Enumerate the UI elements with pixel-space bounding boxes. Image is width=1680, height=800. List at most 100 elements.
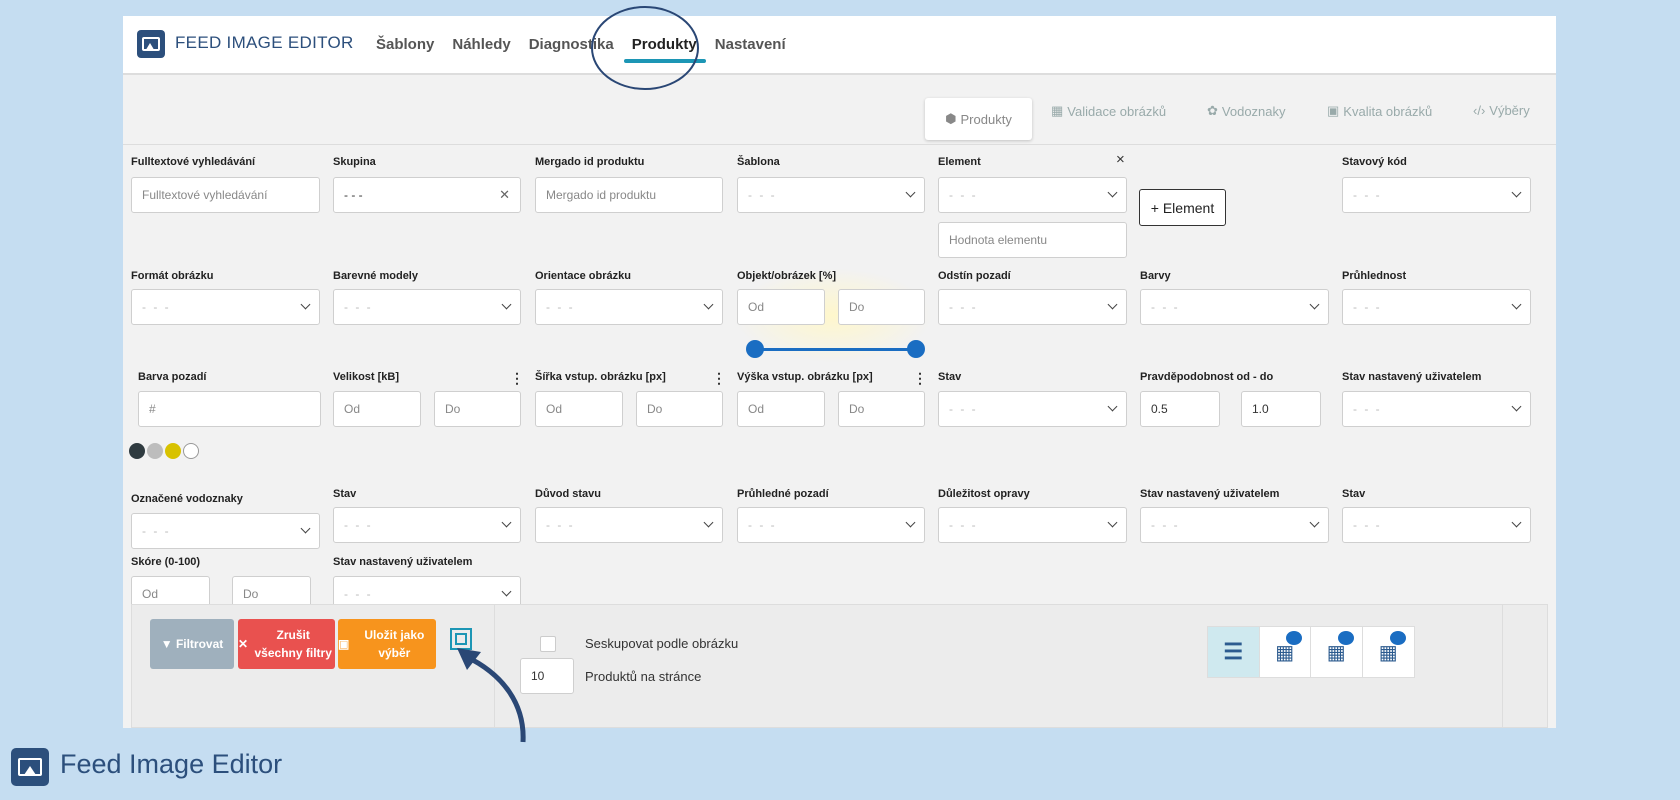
add-element-button[interactable]: + Element [1139, 189, 1226, 226]
format-select[interactable]: - - - [131, 289, 320, 325]
group-checkbox[interactable] [540, 636, 556, 652]
select-placeholder: - - - [142, 300, 171, 314]
skupina-label: Skupina [333, 156, 376, 168]
grid-preview-view-button[interactable]: ▦ [1311, 627, 1363, 677]
element-select[interactable]: - - - [938, 177, 1127, 213]
velikost-to-input[interactable]: Do [434, 391, 521, 427]
chevron-down-icon [1107, 299, 1118, 310]
tab-kvalita[interactable]: ▣ Kvalita obrázků [1327, 103, 1432, 119]
swatch-yellow[interactable] [165, 443, 181, 459]
barva-pozadi-input[interactable]: # [138, 391, 321, 427]
save-label: Uložit jako výběr [364, 628, 425, 660]
objekt-to-input[interactable]: Do [838, 289, 925, 325]
tab-validace[interactable]: ▦ Validace obrázků [1051, 103, 1166, 119]
tab-produkty[interactable]: ⬢ Produkty [925, 98, 1032, 140]
pruhledne-select[interactable]: - - - [737, 507, 925, 543]
close-icon[interactable]: × [1116, 151, 1125, 168]
mergado-input[interactable]: Mergado id produktu [535, 177, 723, 213]
barvy-label: Barvy [1140, 270, 1171, 282]
select-placeholder: - - - [748, 518, 777, 532]
barva-pozadi-label: Barva pozadí [138, 371, 207, 383]
sirka-from-input[interactable]: Od [535, 391, 623, 427]
pruhledne-label: Průhledné pozadí [737, 488, 829, 500]
chevron-down-icon [501, 586, 512, 597]
fulltext-input[interactable]: Fulltextové vyhledávání [131, 177, 320, 213]
stav-select[interactable]: - - - [938, 391, 1127, 427]
skupina-select[interactable]: - - - ✕ [333, 177, 521, 213]
skupina-value: - - - [344, 188, 363, 202]
tab-label: Produkty [960, 111, 1012, 127]
vodoznaky-select[interactable]: - - - [131, 513, 320, 549]
divider [1502, 604, 1503, 728]
stav2-label: Stav [1342, 488, 1366, 500]
range-slider-max-handle[interactable] [907, 340, 925, 358]
duvod-select[interactable]: - - - [535, 507, 723, 543]
range-slider-track[interactable] [755, 348, 917, 351]
grid-image-view-button[interactable]: ▦ [1260, 627, 1311, 677]
stav-user-select[interactable]: - - - [1140, 507, 1329, 543]
kebab-menu-icon[interactable]: ⋮ [913, 370, 927, 387]
pravdepodobnost-label: Pravděpodobnost od - do [1140, 371, 1274, 383]
chevron-down-icon [1511, 299, 1522, 310]
sablona-select[interactable]: - - - [737, 177, 925, 213]
chevron-down-icon [300, 523, 311, 534]
odstin-label: Odstín pozadí [938, 270, 1011, 282]
dulezitost-select[interactable]: - - - [938, 507, 1127, 543]
odstin-select[interactable]: - - - [938, 289, 1127, 325]
barvy-select[interactable]: - - - [1140, 289, 1329, 325]
select-placeholder: - - - [1353, 518, 1382, 532]
objekt-from-input[interactable]: Od [737, 289, 825, 325]
footer-logo-icon [11, 748, 49, 786]
cancel-label: Zrušit všechny filtry [254, 628, 332, 660]
swatch-dark[interactable] [129, 443, 145, 459]
stav2-select[interactable]: - - - [1342, 507, 1531, 543]
kebab-menu-icon[interactable]: ⋮ [712, 370, 726, 387]
velikost-from-input[interactable]: Od [333, 391, 421, 427]
select-placeholder: - - - [949, 518, 978, 532]
nav-sablony[interactable]: Šablony [376, 36, 434, 53]
close-icon: ✕ [238, 637, 252, 651]
select-placeholder: - - - [949, 300, 978, 314]
code-icon: ‹/› [1473, 103, 1486, 118]
clear-icon[interactable]: ✕ [499, 187, 510, 203]
stav-label: Stav [333, 488, 357, 500]
chevron-down-icon [905, 517, 916, 528]
barevne-modely-select[interactable]: - - - [333, 289, 521, 325]
vyska-to-input[interactable]: Do [838, 391, 925, 427]
stav-user-select[interactable]: - - - [1342, 391, 1531, 427]
stav-select[interactable]: - - - [333, 507, 521, 543]
tab-vybery[interactable]: ‹/› Výběry [1473, 103, 1530, 118]
swatch-gray[interactable] [147, 443, 163, 459]
save-selection-button[interactable]: ▣ Uložit jako výběr [338, 619, 436, 669]
vyska-from-input[interactable]: Od [737, 391, 825, 427]
element-value-input[interactable]: Hodnota elementu [938, 222, 1127, 258]
per-page-input[interactable]: 10 [520, 658, 574, 694]
stav-label: Stav [938, 371, 962, 383]
list-view-button[interactable]: ☰ [1208, 627, 1260, 677]
grid-play-view-button[interactable]: ▦ [1363, 627, 1415, 677]
subtabs-bar: ⬢ Produkty ▦ Validace obrázků ✿ Vodoznaky ▣… [123, 89, 1556, 145]
nav-nahledy[interactable]: Náhledy [452, 36, 510, 53]
select-placeholder: - - - [1151, 518, 1180, 532]
pravdepodobnost-from-input[interactable]: 0.5 [1140, 391, 1220, 427]
select-placeholder: - - - [949, 188, 978, 202]
stav-user-label: Stav nastavený uživatelem [333, 556, 473, 568]
select-placeholder: - - - [1353, 188, 1382, 202]
pravdepodobnost-to-input[interactable]: 1.0 [1241, 391, 1321, 427]
stavovy-kod-select[interactable]: - - - [1342, 177, 1531, 213]
list-icon: ☰ [1223, 639, 1244, 664]
pruhlednost-select[interactable]: - - - [1342, 289, 1531, 325]
vyska-label: Výška vstup. obrázku [px] [737, 371, 873, 383]
sirka-label: Šířka vstup. obrázku [px] [535, 371, 666, 383]
orientace-select[interactable]: - - - [535, 289, 723, 325]
chevron-down-icon [501, 517, 512, 528]
sirka-to-input[interactable]: Do [636, 391, 723, 427]
kebab-menu-icon[interactable]: ⋮ [510, 370, 524, 387]
cancel-filters-button[interactable]: ✕ Zrušit všechny filtry [238, 619, 335, 669]
nav-nastaveni[interactable]: Nastavení [715, 36, 786, 53]
tab-vodoznaky[interactable]: ✿ Vodoznaky [1207, 103, 1286, 119]
swatch-white[interactable] [183, 443, 199, 459]
range-slider-min-handle[interactable] [746, 340, 764, 358]
filter-button[interactable]: ▼ Filtrovat [150, 619, 234, 669]
element-label: Element [938, 156, 981, 168]
